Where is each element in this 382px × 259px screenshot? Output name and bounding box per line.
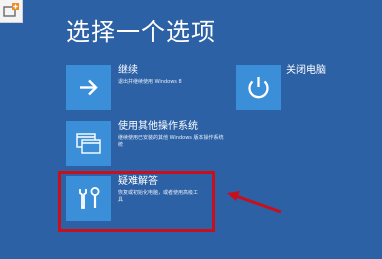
annotation-arrow <box>227 191 282 214</box>
windows-recovery-screen: 选择一个选项 继续 退出并继续使用 Windows 8 关闭电脑 使用其他操作系… <box>0 0 382 259</box>
